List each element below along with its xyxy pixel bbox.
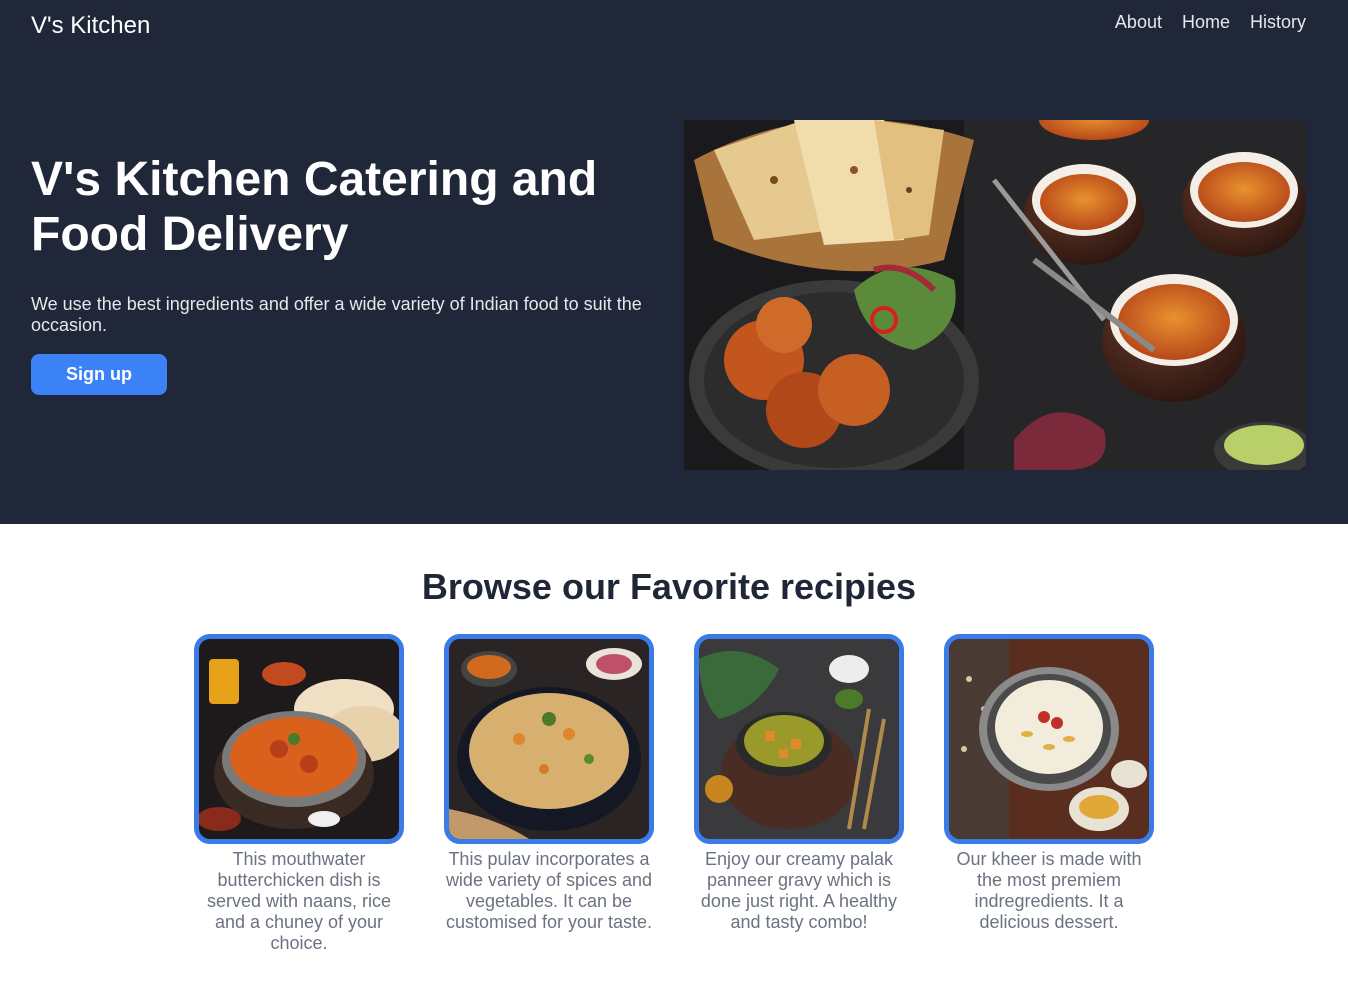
kheer-image[interactable] — [944, 634, 1154, 844]
nav-links: About Home History — [1115, 12, 1306, 33]
recipe-card-palak-paneer[interactable]: Enjoy our creamy palak panneer gravy whi… — [694, 634, 904, 933]
hero-title: V's Kitchen Catering and Food Delivery — [31, 153, 598, 261]
recipe-card-butter-chicken[interactable]: This mouthwater butterchicken dish is se… — [194, 634, 404, 954]
palak-paneer-image[interactable] — [694, 634, 904, 844]
navbar: V's Kitchen About Home History — [0, 0, 1348, 52]
recipe-description: Our kheer is made with the most premiem … — [956, 849, 1142, 932]
butter-chicken-image[interactable] — [194, 634, 404, 844]
signup-button[interactable]: Sign up — [31, 354, 167, 395]
recipes-heading: Browse our Favorite recipies — [421, 566, 917, 607]
recipe-card-pulav[interactable]: This pulav incorporates a wide variety o… — [444, 634, 654, 933]
nav-link-home[interactable]: Home — [1182, 12, 1230, 33]
nav-link-about[interactable]: About — [1115, 12, 1162, 33]
nav-link-history[interactable]: History — [1250, 12, 1306, 33]
hero-subtitle: We use the best ingredients and offer a … — [31, 294, 642, 335]
recipe-description: Enjoy our creamy palak panneer gravy whi… — [700, 849, 898, 932]
recipe-card-kheer[interactable]: Our kheer is made with the most premiem … — [944, 634, 1154, 933]
brand-logo[interactable]: V's Kitchen — [31, 12, 150, 40]
recipe-description: This mouthwater butterchicken dish is se… — [206, 849, 392, 953]
recipe-description: This pulav incorporates a wide variety o… — [445, 849, 653, 932]
hero-food-image — [684, 120, 1306, 470]
pulav-image[interactable] — [444, 634, 654, 844]
